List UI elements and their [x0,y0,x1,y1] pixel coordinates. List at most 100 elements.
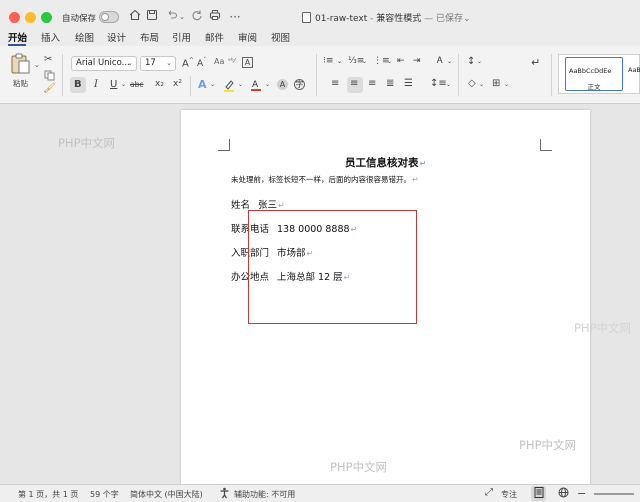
asian-layout-icon[interactable]: Ꭺ [437,57,443,66]
document-note[interactable]: 未处理前，标签长短不一样，后面的内容很容易错开。↵ [231,174,419,185]
tab-insert[interactable]: 插入 [41,30,60,44]
document-icon [302,12,311,23]
accessibility-icon[interactable] [219,487,230,502]
tab-view[interactable]: 视图 [271,30,290,44]
change-case-icon[interactable]: Aa [214,58,224,66]
print-icon[interactable] [208,9,222,25]
chevron-down-icon[interactable]: ⌄ [477,59,482,65]
field-line-name[interactable]: 姓名 张三↵ [231,197,285,211]
zoom-window-button[interactable] [41,12,52,23]
line-spacing-icon[interactable]: ↕≡ [430,79,447,89]
focus-icon[interactable]: ⤢ [485,487,493,498]
cut-icon[interactable]: ✂ [44,55,52,65]
highlight-icon[interactable] [223,79,235,95]
zoom-out-icon[interactable]: − [577,487,586,500]
chevron-down-icon[interactable]: ⌄ [446,82,451,88]
chevron-down-icon[interactable]: ⌄ [504,82,509,88]
borders-icon[interactable]: ⊞ [492,79,500,89]
accessibility-status[interactable]: 辅助功能: 不可用 [234,489,295,500]
character-shading-icon[interactable]: A [277,79,288,90]
style-next-sample[interactable]: AaBb [628,66,640,74]
sort-icon[interactable]: ↕ [467,57,475,67]
font-color-icon[interactable]: A [250,78,262,94]
redo-icon[interactable] [190,9,204,25]
close-window-button[interactable] [9,12,20,23]
undo-dropdown-icon[interactable]: ⌄ [178,9,186,25]
tab-references[interactable]: 引用 [172,30,191,44]
style-normal[interactable]: AaBbCcDdEe 正文 [565,57,623,91]
chevron-down-icon[interactable]: ⌄ [362,59,367,65]
chevron-down-icon[interactable]: ⌄ [463,14,471,24]
decrease-indent-icon[interactable]: ⇤ [397,57,405,66]
document-heading[interactable]: 员工信息核对表↵ [345,155,426,170]
word-count[interactable]: 59 个字 [90,489,119,500]
justify-icon[interactable]: ≣ [386,79,394,89]
bullets-icon[interactable]: ⁝≡ [323,57,333,66]
underline-dropdown-icon[interactable]: ⌄ [121,82,126,88]
tab-design[interactable]: 设计 [107,30,126,44]
font-name-select[interactable]: Arial Unico... ⌄ [71,56,137,71]
divider [458,54,459,96]
tab-mailings[interactable]: 邮件 [205,30,224,44]
highlight-box [248,210,417,324]
style-name: 正文 [587,83,601,91]
tab-review[interactable]: 审阅 [238,30,257,44]
bold-button[interactable]: B [74,80,82,90]
tab-layout[interactable]: 布局 [140,30,159,44]
character-border-icon[interactable]: A [242,57,253,68]
distributed-icon[interactable]: ☰ [404,79,413,89]
title-separator: - [367,14,377,24]
paste-dropdown-icon[interactable]: ⌄ [34,62,40,69]
toggle-knob [101,13,109,21]
grow-font-icon[interactable]: A^ [182,58,194,69]
margin-corner-mark [540,139,552,151]
save-icon[interactable] [145,9,159,25]
show-formatting-marks-icon[interactable]: ↵ [531,57,540,68]
enclose-characters-icon[interactable]: 字 [294,79,305,90]
shrink-font-icon[interactable]: Aˇ [197,58,206,69]
autosave-toggle[interactable] [99,11,119,23]
focus-label[interactable]: 专注 [501,489,517,500]
format-painter-icon[interactable]: 🖌 [43,84,56,94]
field-value: 张三 [258,200,278,211]
divider [190,76,191,96]
text-effects-icon[interactable]: A [198,79,207,90]
chevron-down-icon[interactable]: ⌄ [210,82,215,88]
zoom-slider[interactable] [594,493,634,495]
superscript-button[interactable]: x² [173,80,182,89]
language[interactable]: 简体中文 (中国大陆) [130,489,203,500]
chevron-down-icon[interactable]: ⌄ [238,82,243,88]
chevron-down-icon[interactable]: ⌄ [387,59,392,65]
font-size-select[interactable]: 17 ⌄ [140,56,176,71]
heading-text: 员工信息核对表 [345,157,419,169]
subscript-button[interactable]: x₂ [155,80,164,89]
paste-label[interactable]: 粘贴 [13,80,28,88]
chevron-down-icon[interactable]: ⌄ [265,82,270,88]
chevron-down-icon[interactable]: ⌄ [447,59,452,65]
strikethrough-button[interactable]: abc [130,81,143,89]
align-right-icon[interactable]: ≡ [368,79,376,89]
undo-icon[interactable] [165,9,179,25]
home-icon[interactable] [128,9,142,25]
align-left-icon[interactable]: ≡ [331,79,339,89]
paste-icon[interactable] [8,52,32,79]
clear-formatting-icon[interactable]: ᵃᵇ⁄ [228,58,235,65]
style-sample: AaBbCcDdEe [569,67,612,75]
tab-home[interactable]: 开始 [8,30,27,44]
chevron-down-icon[interactable]: ⌄ [479,82,484,88]
italic-button[interactable]: I [94,80,98,90]
more-icon[interactable]: ··· [228,9,242,25]
increase-indent-icon[interactable]: ⇥ [413,57,421,66]
align-center-icon[interactable]: ≡ [350,79,358,89]
web-layout-icon[interactable] [558,487,569,501]
tab-draw[interactable]: 绘图 [75,30,94,44]
page-count[interactable]: 第 1 页，共 1 页 [18,489,78,500]
underline-button[interactable]: U [110,80,117,90]
shading-icon[interactable]: ◇ [468,79,476,89]
minimize-window-button[interactable] [25,12,36,23]
copy-icon[interactable] [44,70,55,84]
paragraph-mark: ↵ [278,201,285,210]
watermark: PHP中文网 [330,460,388,474]
print-layout-icon[interactable] [534,487,544,501]
chevron-down-icon[interactable]: ⌄ [337,59,342,65]
